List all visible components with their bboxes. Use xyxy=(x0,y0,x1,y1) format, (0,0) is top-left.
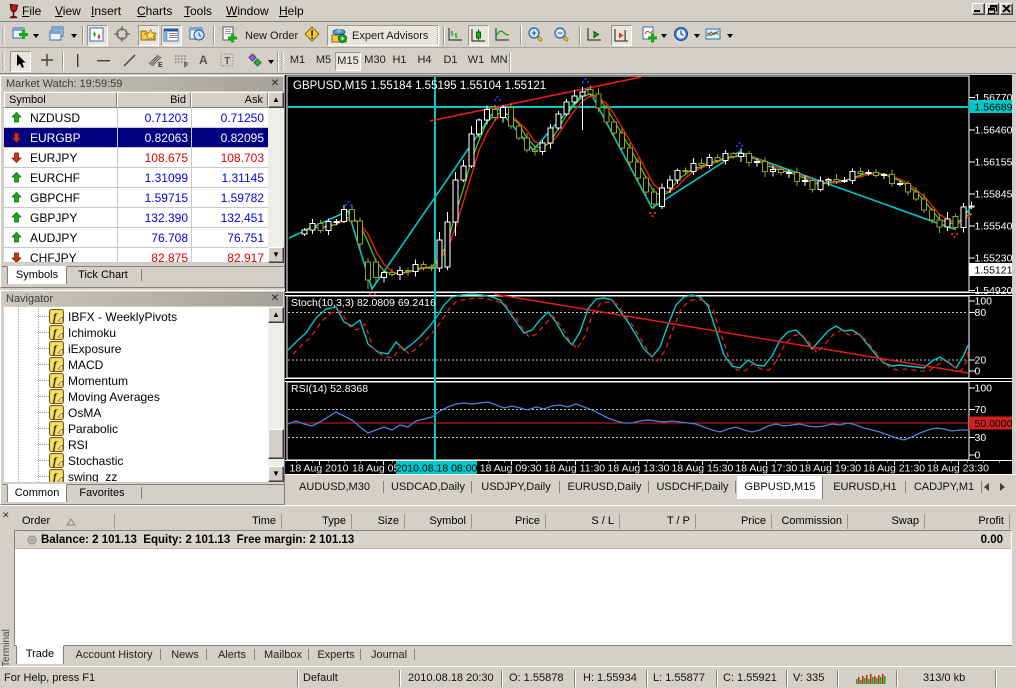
svg-text:18 Aug 23:30: 18 Aug 23:30 xyxy=(927,463,989,475)
svg-text:18 Aug 09:30: 18 Aug 09:30 xyxy=(480,463,542,475)
svg-text:0: 0 xyxy=(975,450,981,462)
svg-text:+: + xyxy=(531,28,536,38)
svg-text:2010.08.18 08:00: 2010.08.18 08:00 xyxy=(396,463,478,475)
svg-text:18 Aug 17:30: 18 Aug 17:30 xyxy=(735,463,797,475)
svg-text:F: F xyxy=(184,63,189,70)
svg-text:80: 80 xyxy=(975,307,987,319)
svg-text:E: E xyxy=(158,62,163,69)
svg-text:18 Aug 13:30: 18 Aug 13:30 xyxy=(608,463,670,475)
svg-text:100: 100 xyxy=(975,383,993,395)
svg-text:50.0000: 50.0000 xyxy=(975,418,1013,430)
svg-text:0: 0 xyxy=(975,366,981,378)
svg-text:1.55230: 1.55230 xyxy=(975,253,1013,265)
svg-text:GBPUSD,M15 1.55184 1.55195 1.: GBPUSD,M15 1.55184 1.55195 1.55104 1.551… xyxy=(293,80,546,92)
svg-text:70: 70 xyxy=(975,404,987,416)
svg-text:−: − xyxy=(557,28,562,38)
svg-text:1.56460: 1.56460 xyxy=(975,124,1013,136)
svg-text:1.56689: 1.56689 xyxy=(975,102,1013,114)
svg-text:T: T xyxy=(224,56,230,67)
svg-text:100: 100 xyxy=(975,296,993,308)
svg-text:18 Aug 2010: 18 Aug 2010 xyxy=(290,463,349,475)
svg-text:18 Aug 19:30: 18 Aug 19:30 xyxy=(799,463,861,475)
svg-text:Stoch(10,3,3) 82.0809 69.2416: Stoch(10,3,3) 82.0809 69.2416 xyxy=(291,297,436,309)
svg-text:1.55540: 1.55540 xyxy=(975,221,1013,233)
svg-text:1.55121: 1.55121 xyxy=(975,265,1013,277)
svg-text:1.55845: 1.55845 xyxy=(975,189,1013,201)
svg-text:1.56155: 1.56155 xyxy=(975,156,1013,168)
svg-text:18 Aug 21:30: 18 Aug 21:30 xyxy=(863,463,925,475)
svg-text:RSI(14) 52.8368: RSI(14) 52.8368 xyxy=(291,383,368,395)
svg-text:18 Aug 15:30: 18 Aug 15:30 xyxy=(671,463,733,475)
svg-text:18 Aug 11:30: 18 Aug 11:30 xyxy=(544,463,605,475)
svg-text:30: 30 xyxy=(975,432,987,444)
